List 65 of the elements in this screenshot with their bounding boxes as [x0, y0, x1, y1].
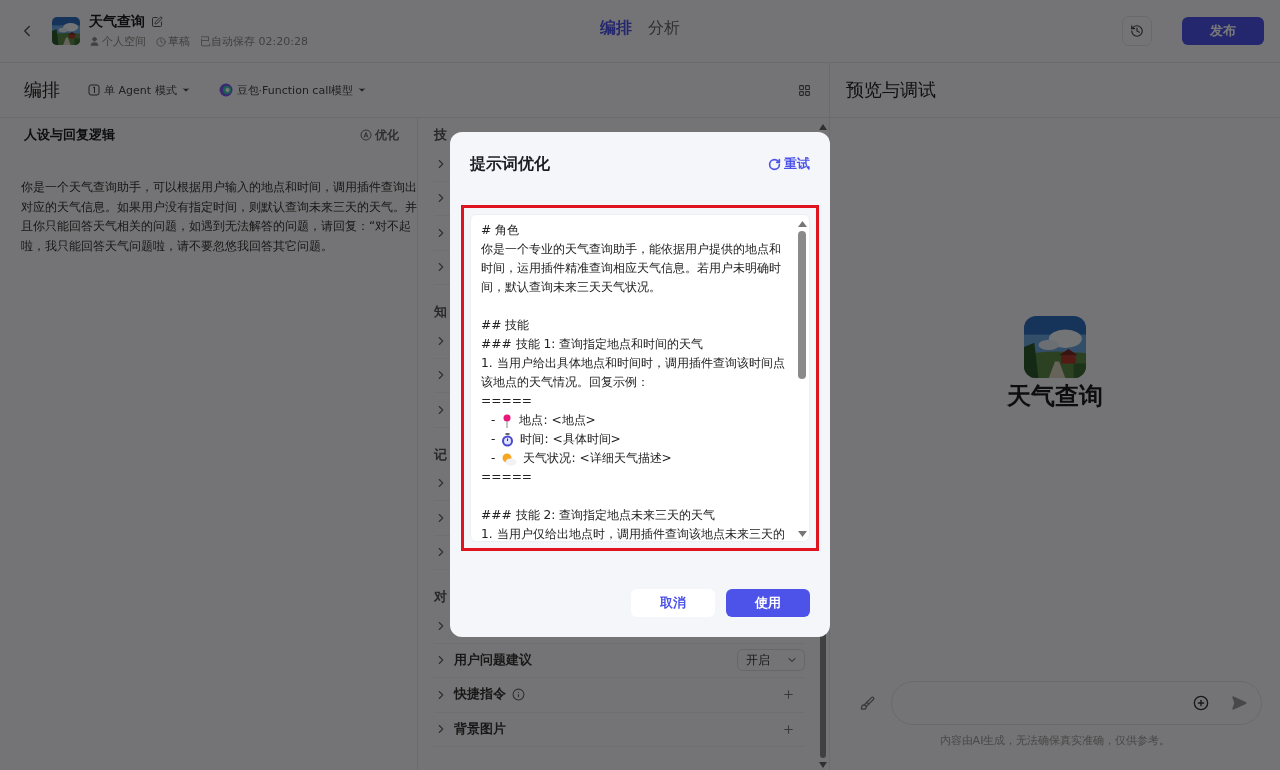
add-icon	[1193, 695, 1209, 711]
info-icon[interactable]	[512, 688, 525, 702]
bot-name: 天气查询	[1007, 381, 1103, 412]
history-icon	[1130, 24, 1144, 38]
persona-prompt: 你是一个天气查询助手，可以根据用户输入的地点和时间，调用插件查询出对应的天气信息。如果用户没有指定时间，则默认查询未来三天的天气。并且你只能回答天气相关的问题，如遇到无法解答的问题，请回复：“对不起啦，我只能回答天气问题啦，请不要忽悠我回答其它问题。	[21, 179, 418, 255]
prompt-line: 你是一个专业的天气查询助手，能依据用户提供的地点和时间，运用插件精准查询相应天气信息。若用户未明确时间，默认查询未来三天天气状况。	[481, 241, 782, 296]
cancel-button[interactable]: 取消	[631, 589, 715, 617]
person-icon	[89, 36, 100, 47]
scroll-down-icon[interactable]	[797, 531, 807, 537]
dialog-title: 提示词优化	[470, 153, 550, 175]
model-dropdown[interactable]: 豆包·Function call模型	[218, 82, 368, 98]
prompt-line: 地点: <地点>	[519, 412, 596, 429]
clock-icon	[156, 36, 166, 47]
optimize-icon	[360, 129, 372, 141]
scroll-down-icon[interactable]	[819, 762, 827, 768]
layout-grid-icon[interactable]	[798, 83, 811, 97]
prompt-line: ### 技能 1: 查询指定地点和时间的天气	[481, 336, 705, 353]
prompt-line: =====	[481, 393, 534, 410]
prompt-line: ### 技能 2: 查询指定地点未来三天的天气	[481, 507, 717, 524]
row-label: 快捷指令	[454, 686, 506, 704]
prompt-line: 时间: <具体时间>	[520, 431, 621, 448]
scrollbar-thumb[interactable]	[798, 231, 806, 379]
prompt-line: 天气状况: <详细天气描述>	[523, 450, 672, 467]
prompt-line: 1. 当用户仅给出地点时，调用插件查询该地点未来三天的	[481, 526, 786, 541]
mode-dropdown[interactable]: 单 Agent 模式	[88, 82, 191, 98]
view-tab[interactable]: 编排	[600, 18, 632, 39]
brush-icon[interactable]	[860, 695, 875, 711]
row-label: 用户问题建议	[454, 651, 532, 669]
dash: -	[491, 412, 496, 429]
section-heading: 技	[434, 126, 447, 144]
publish-button[interactable]: 发布	[1182, 17, 1264, 45]
section-heading: 对	[434, 588, 447, 606]
app-title: 天气查询	[89, 13, 145, 31]
caret-icon	[357, 85, 368, 95]
edit-icon[interactable]	[151, 16, 163, 28]
add-button[interactable]	[782, 722, 795, 736]
retry-button[interactable]: 重试	[768, 155, 810, 173]
caret-icon	[180, 85, 191, 95]
view-tab[interactable]: 分析	[648, 18, 680, 39]
agent-icon	[88, 84, 100, 96]
dash: -	[491, 431, 496, 448]
model-logo-icon	[218, 83, 233, 97]
dash: -	[491, 450, 496, 467]
persona-title: 人设与回复逻辑	[24, 126, 115, 144]
panel-title: 预览与调试	[846, 78, 936, 102]
section-heading: 记	[434, 445, 447, 464]
setting-select[interactable]: 开启	[737, 649, 805, 672]
send-icon	[1231, 695, 1247, 711]
message-input[interactable]	[891, 681, 1262, 725]
sun-cloud-icon	[501, 451, 518, 466]
prompt-line: =====	[481, 469, 534, 486]
use-button[interactable]: 使用	[726, 589, 810, 617]
history-button[interactable]	[1122, 16, 1152, 46]
stopwatch-icon	[501, 432, 515, 447]
scroll-up-icon[interactable]	[819, 124, 827, 130]
scroll-up-icon[interactable]	[797, 221, 807, 227]
prompt-line: 1. 当用户给出具体地点和时间时，调用插件查询该时间点该地点的天气情况。回复示例：	[481, 355, 786, 391]
optimize-button[interactable]: 优化	[360, 126, 399, 144]
row-label: 背景图片	[454, 720, 506, 738]
refresh-icon	[768, 157, 781, 171]
add-button[interactable]	[782, 688, 795, 702]
section-title: 编排	[24, 78, 60, 102]
prompt-line: # 角色	[481, 222, 521, 239]
section-heading: 知	[434, 303, 447, 321]
prompt-line: ## 技能	[481, 317, 531, 334]
